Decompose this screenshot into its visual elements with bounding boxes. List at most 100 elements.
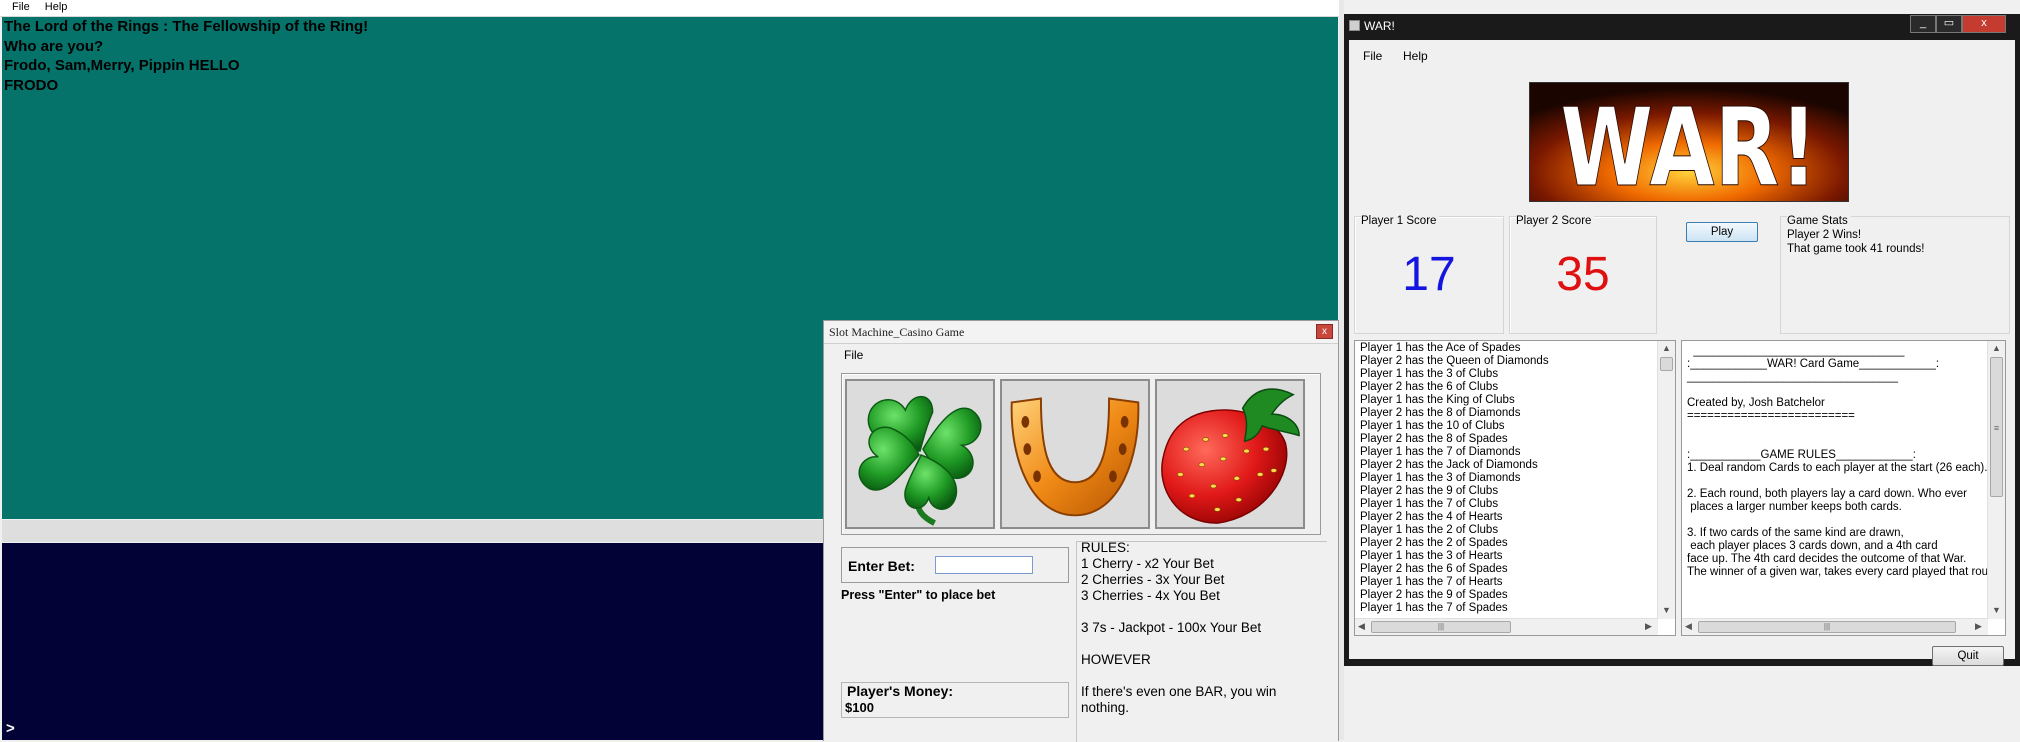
scroll-right-icon[interactable]: ▶ <box>1645 621 1652 632</box>
card-log-item[interactable]: Player 1 has the King of Clubs <box>1360 394 1515 406</box>
scroll-left-icon[interactable]: ◀ <box>1685 621 1692 632</box>
reel-3 <box>1155 379 1305 529</box>
scroll-thumb[interactable]: ||| <box>1698 621 1956 633</box>
player1-score-label: Player 1 Score <box>1361 215 1440 227</box>
scroll-down-icon[interactable]: ▼ <box>1662 605 1671 615</box>
rules-vertical-scrollbar[interactable]: ▲ ≡ ▼ <box>1987 341 2005 619</box>
menu-file[interactable]: File <box>844 348 863 362</box>
rules-text-line: The winner of a given war, takes every c… <box>1687 566 2001 578</box>
menu-help[interactable]: Help <box>1403 49 1428 63</box>
slot-titlebar[interactable]: Slot Machine_Casino Game x <box>824 321 1338 344</box>
console-line: FRODO <box>4 76 59 94</box>
strawberry-icon <box>1157 381 1303 527</box>
war-rules-textbox[interactable]: _________________________________:______… <box>1681 340 2006 636</box>
menu-help[interactable]: Help <box>33 0 68 14</box>
slot-machine-window: Slot Machine_Casino Game x File Enter Be… <box>823 320 1339 742</box>
scroll-right-icon[interactable]: ▶ <box>1975 621 1982 632</box>
reel-2 <box>1000 379 1150 529</box>
console-prompt: > <box>6 720 15 737</box>
war-banner-image: WAR! <box>1529 82 1849 202</box>
card-log-item[interactable]: Player 1 has the Ace of Spades <box>1360 342 1520 354</box>
slot-reels <box>841 373 1321 535</box>
rule-line: 2 Cherries - 3x Your Bet <box>1081 572 1225 587</box>
rules-text-line: Created by, Josh Batchelor <box>1687 397 1825 409</box>
card-log-item[interactable]: Player 2 has the 2 of Spades <box>1360 537 1508 549</box>
scroll-thumb[interactable] <box>1660 357 1673 371</box>
maximize-icon[interactable]: ▭ <box>1936 15 1962 33</box>
rule-line: nothing. <box>1081 700 1130 715</box>
clover-icon <box>847 381 993 527</box>
lotr-menubar: File Help <box>0 0 1340 17</box>
rule-line: If there's even one BAR, you win <box>1081 684 1277 699</box>
card-log-item[interactable]: Player 2 has the Jack of Diamonds <box>1360 459 1538 471</box>
rules-text-line: each player places 3 cards down, and a 4… <box>1687 540 1938 552</box>
game-stats-label: Game Stats <box>1787 215 1851 227</box>
card-log-item[interactable]: Player 2 has the 6 of Clubs <box>1360 381 1498 393</box>
card-log-item[interactable]: Player 2 has the 9 of Clubs <box>1360 485 1498 497</box>
scroll-left-icon[interactable]: ◀ <box>1358 621 1365 632</box>
scroll-up-icon[interactable]: ▲ <box>1992 343 2001 353</box>
card-log-list[interactable]: Player 1 has the Ace of Spades Player 2 h… <box>1354 340 1676 636</box>
console-line: The Lord of the Rings : The Fellowship o… <box>4 18 369 35</box>
rules-heading: RULES: <box>1081 540 1130 555</box>
rules-text-line: 2. Each round, both players lay a card d… <box>1687 488 1967 500</box>
scroll-thumb[interactable]: ||| <box>1371 621 1511 633</box>
menu-file[interactable]: File <box>0 0 30 14</box>
player1-score-box: Player 1 Score 17 <box>1354 215 1504 334</box>
close-icon[interactable]: x <box>1316 324 1333 339</box>
money-label: Player's Money: <box>847 683 954 699</box>
quit-button[interactable]: Quit <box>1932 646 2004 666</box>
rules-text-line: _________________________________ <box>1687 345 1905 357</box>
war-window-title: WAR! <box>1364 19 1395 33</box>
card-log-item[interactable]: Player 2 has the 4 of Hearts <box>1360 511 1503 523</box>
card-log-item[interactable]: Player 2 has the 8 of Spades <box>1360 433 1508 445</box>
card-log-item[interactable]: Player 2 has the 9 of Spades <box>1360 589 1508 601</box>
log-horizontal-scrollbar[interactable]: ◀ ||| ▶ <box>1355 618 1658 635</box>
rules-text-line: :____________WAR! Card Game____________: <box>1687 358 1940 370</box>
player2-score-box: Player 2 Score 35 <box>1509 215 1657 334</box>
rule-line: 1 Cherry - x2 Your Bet <box>1081 556 1214 571</box>
menu-file[interactable]: File <box>1363 49 1382 63</box>
bet-group: Enter Bet: <box>841 547 1069 583</box>
horseshoe-icon <box>1002 381 1148 527</box>
scroll-up-icon[interactable]: ▲ <box>1662 343 1671 353</box>
card-log-item[interactable]: Player 1 has the 3 of Hearts <box>1360 550 1503 562</box>
money-value: $100 <box>845 700 874 715</box>
card-log-item[interactable]: Player 1 has the 7 of Clubs <box>1360 498 1498 510</box>
card-log-item[interactable]: Player 2 has the 6 of Spades <box>1360 563 1508 575</box>
card-log-item[interactable]: Player 1 has the 3 of Diamonds <box>1360 472 1520 484</box>
rules-text-line: :___________GAME RULES____________: <box>1687 449 1916 461</box>
bet-input[interactable] <box>935 556 1033 574</box>
war-client-area: File Help WAR! Player 1 Score 17 Player … <box>1349 40 2015 666</box>
reel-1 <box>845 379 995 529</box>
rules-text-line: face up. The 4th card decides the outcom… <box>1687 553 1967 565</box>
game-stats-box: Game Stats Player 2 Wins! That game took… <box>1780 215 2010 334</box>
rule-line: 3 Cherries - 4x You Bet <box>1081 588 1220 603</box>
player1-score: 17 <box>1402 248 1456 301</box>
close-icon[interactable]: x <box>1962 15 2006 33</box>
scroll-thumb[interactable]: ≡ <box>1990 357 2003 497</box>
rules-text-line: places a larger number keeps both cards. <box>1687 501 1902 513</box>
player2-score-label: Player 2 Score <box>1516 215 1595 227</box>
card-log-item[interactable]: Player 1 has the 7 of Hearts <box>1360 576 1503 588</box>
card-log-item[interactable]: Player 1 has the 7 of Spades <box>1360 602 1508 614</box>
card-log-item[interactable]: Player 1 has the 3 of Clubs <box>1360 368 1498 380</box>
card-log-item[interactable]: Player 2 has the Queen of Diamonds <box>1360 355 1549 367</box>
stats-line: Player 2 Wins! <box>1787 229 1862 241</box>
app-icon <box>1349 20 1360 31</box>
card-log-item[interactable]: Player 1 has the 7 of Diamonds <box>1360 446 1520 458</box>
rule-line: HOWEVER <box>1081 652 1151 667</box>
card-log-item[interactable]: Player 1 has the 2 of Clubs <box>1360 524 1498 536</box>
minimize-icon[interactable]: _ <box>1910 15 1936 33</box>
play-button[interactable]: Play <box>1686 222 1758 242</box>
rules-panel: RULES: 1 Cherry - x2 Your Bet 2 Cherries… <box>1076 540 1327 742</box>
card-log-item[interactable]: Player 1 has the 10 of Clubs <box>1360 420 1504 432</box>
player2-score: 35 <box>1556 248 1610 301</box>
scroll-down-icon[interactable]: ▼ <box>1992 605 2001 615</box>
rules-text-line: 3. If two cards of the same kind are dra… <box>1687 527 1904 539</box>
money-group: Player's Money: $100 <box>841 682 1069 718</box>
banner-title: WAR! <box>1560 85 1818 202</box>
rules-horizontal-scrollbar[interactable]: ◀ ||| ▶ <box>1682 618 1988 635</box>
log-vertical-scrollbar[interactable]: ▲ ▼ <box>1657 341 1675 619</box>
card-log-item[interactable]: Player 2 has the 8 of Diamonds <box>1360 407 1520 419</box>
